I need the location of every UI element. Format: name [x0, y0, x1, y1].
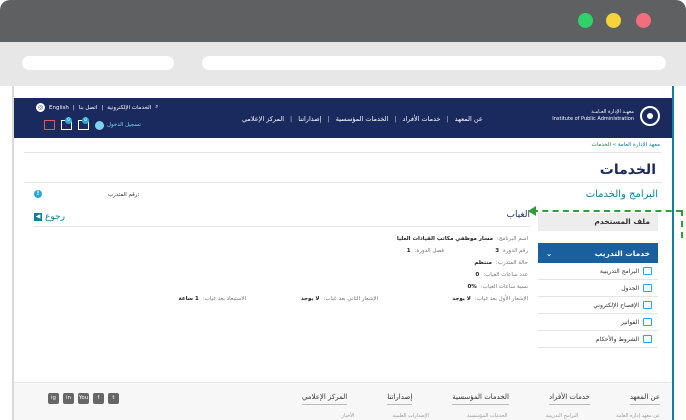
first-notice-field: الإشعار الأول بعد غياب:لا يوجد	[452, 296, 528, 302]
sidebar-item-label: الجدول	[621, 284, 639, 292]
sidebar-item-label: البرامج التدريبية	[599, 267, 639, 275]
callout-dashed-line	[532, 210, 682, 212]
header-user-icons: 0 0 تسجيل الدخول	[44, 117, 141, 130]
footer-sub-link[interactable]: الخدمات المؤسسية	[467, 413, 508, 419]
divider	[24, 152, 662, 153]
close-button[interactable]	[636, 13, 651, 28]
info-icon[interactable]: !	[34, 190, 42, 198]
footer-about[interactable]: عن المعهد	[629, 393, 660, 405]
header-top-links: ◎ English | اتصل بنا | الخدمات الإلكترون…	[36, 103, 159, 112]
browser-tab-pill[interactable]	[22, 56, 174, 70]
globe-icon[interactable]: ◎	[36, 103, 45, 112]
back-link[interactable]: ◀ رجوع	[34, 212, 65, 222]
back-label: رجوع	[45, 212, 65, 222]
breadcrumb-current: الخدمات	[591, 142, 611, 148]
divider	[24, 182, 662, 183]
second-notice-field: الإشعار الثاني بعد غياب:لا يوجد	[300, 296, 378, 302]
contact-link[interactable]: اتصل بنا	[79, 105, 98, 111]
user-icon	[95, 120, 104, 130]
chevron-down-icon: ⌄	[546, 248, 553, 258]
login-link[interactable]: تسجيل الدخول	[95, 120, 141, 130]
absence-section-title: الغياب	[506, 210, 530, 220]
nav-individuals[interactable]: خدمات الأفراد	[403, 115, 441, 123]
sidebar-item-label: الفواتير	[620, 318, 639, 326]
nav-corporate[interactable]: الخدمات المؤسسية	[336, 115, 389, 123]
breadcrumb-home[interactable]: معهد الإدارة العامة	[618, 142, 660, 148]
trainee-number-label: رقم المتدرب:	[108, 192, 140, 198]
cart-icon[interactable]: 0	[61, 117, 72, 130]
absence-hours-field: عدد ساعات الغياب:0	[475, 272, 528, 278]
breadcrumb: معهد الإدارة العامة » الخدمات	[591, 142, 660, 148]
footer-individuals[interactable]: خدمات الأفراد	[548, 393, 590, 405]
logo-text-en: Institute of Public Administration	[552, 116, 634, 122]
linkedin-icon[interactable]: in	[63, 393, 74, 404]
sidebar-item-label: الإفصاح الإلكتروني	[593, 301, 639, 309]
browser-toolbar	[0, 42, 686, 86]
footer-sub-link[interactable]: الإصدارات العلمية	[392, 413, 429, 419]
user-profile-link[interactable]: ملف المستخدم	[538, 213, 658, 231]
footer-media[interactable]: المركز الإعلامي	[301, 393, 348, 405]
footer-nav: عن المعهد خدمات الأفراد الخدمات المؤسسية…	[301, 393, 660, 405]
footer-sub-link[interactable]: عن معهد إدارة العامة	[616, 413, 660, 419]
site-logo[interactable]: معهـد الإدارة العـامـة Institute of Publ…	[552, 106, 660, 126]
sidebar-item-terms[interactable]: الشروط والأحكام	[538, 331, 658, 348]
social-links: ig in You f t	[48, 393, 119, 404]
absence-percent-field: نسبة ساعات الغياب:%0	[467, 284, 528, 290]
search-icon[interactable]: ⌕	[155, 104, 158, 111]
table-icon	[643, 284, 652, 292]
exclusion-field: الاستبعاد بعد غياب:1 ساعة	[178, 296, 247, 302]
instagram-icon[interactable]: ig	[48, 393, 59, 404]
footer-sub-link[interactable]: الأخبار	[342, 413, 355, 419]
callout-arrow-icon	[528, 206, 536, 216]
callout-dashed-stem	[681, 210, 683, 238]
status-field: حالة المتدرب:منتظم	[474, 260, 528, 266]
nav-media[interactable]: المركز الإعلامي	[242, 115, 284, 123]
login-label: تسجيل الدخول	[107, 122, 141, 128]
cart-badge: 0	[65, 117, 72, 124]
page-frame: ◎ English | اتصل بنا | الخدمات الإلكترون…	[12, 86, 674, 420]
page-title: الخدمات	[599, 162, 656, 178]
divider	[34, 226, 530, 227]
twitter-icon[interactable]: t	[108, 393, 119, 404]
footer-publications[interactable]: إصداراتنا	[387, 393, 413, 405]
address-bar[interactable]	[202, 56, 666, 70]
arrow-left-icon: ◀	[34, 213, 42, 221]
footer-sub-links: عن معهد إدارة العامة البرامج التدريبية ا…	[342, 413, 660, 419]
logo-text-ar: معهـد الإدارة العـامـة	[591, 109, 634, 115]
disclosure-icon	[643, 301, 652, 309]
sidebar: ملف المستخدم ⌄ خدمات التدريب البرامج الت…	[538, 213, 658, 348]
session-field: رقم الدورة3	[495, 248, 528, 254]
footer-sub-link[interactable]: البرامج التدريبية	[546, 413, 579, 419]
site-header: ◎ English | اتصل بنا | الخدمات الإلكترون…	[14, 98, 672, 138]
term-field: فصل الدورة:1	[406, 248, 444, 254]
youtube-icon[interactable]: You	[78, 393, 89, 404]
language-link[interactable]: English	[49, 105, 69, 111]
training-services-header[interactable]: ⌄ خدمات التدريب	[538, 243, 658, 263]
training-services-label: خدمات التدريب	[594, 248, 650, 258]
minimize-button[interactable]	[606, 13, 621, 28]
invoice-icon	[643, 318, 652, 326]
maximize-button[interactable]	[578, 13, 593, 28]
logout-icon[interactable]	[44, 120, 55, 130]
sidebar-item-disclosure[interactable]: الإفصاح الإلكتروني	[538, 297, 658, 314]
sidebar-item-invoices[interactable]: الفواتير	[538, 314, 658, 331]
browser-titlebar	[0, 0, 686, 42]
terms-icon	[643, 335, 652, 343]
footer-corporate[interactable]: الخدمات المؤسسية	[452, 393, 509, 405]
site-footer: عن المعهد خدمات الأفراد الخدمات المؤسسية…	[14, 382, 672, 420]
nav-publications[interactable]: إصداراتنا	[298, 115, 321, 123]
page-subtitle: البرامج والخدمات	[585, 189, 658, 200]
facebook-icon[interactable]: f	[93, 393, 104, 404]
main-nav: عن المعهد | خدمات الأفراد | الخدمات المؤسس…	[242, 115, 483, 123]
logo-emblem-icon	[640, 106, 660, 126]
program-name-field: اسم البرنامج:مسار موظفي مكاتب القيادات ا…	[396, 236, 528, 242]
sidebar-item-programs[interactable]: البرامج التدريبية	[538, 263, 658, 280]
programs-icon	[643, 267, 652, 275]
eservices-link[interactable]: الخدمات الإلكترونية	[107, 105, 151, 111]
notification-badge: 0	[82, 117, 89, 124]
notifications-icon[interactable]: 0	[78, 117, 89, 130]
nav-about[interactable]: عن المعهد	[455, 115, 483, 123]
sidebar-item-label: الشروط والأحكام	[595, 335, 639, 343]
sidebar-item-schedule[interactable]: الجدول	[538, 280, 658, 297]
